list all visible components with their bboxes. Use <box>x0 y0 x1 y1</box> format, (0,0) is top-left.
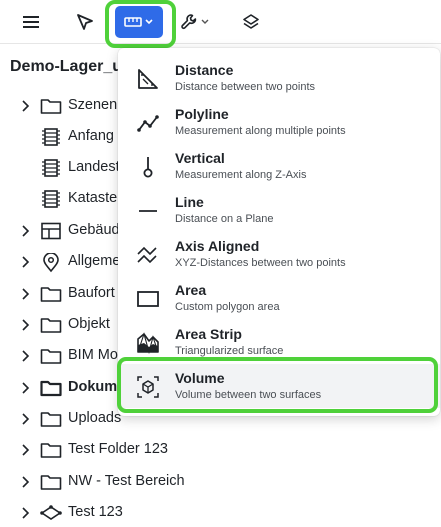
chevron-right-icon[interactable] <box>18 443 32 457</box>
chevron-right-icon[interactable] <box>18 412 32 426</box>
volume-icon <box>137 376 159 398</box>
tree-item-label: Uploads <box>68 410 122 426</box>
measure-dropdown-menu: Distance Distance between two points Pol… <box>118 48 440 416</box>
chevron-right-icon[interactable] <box>18 99 32 113</box>
folder-icon <box>40 475 62 490</box>
menu-item-distance[interactable]: Distance Distance between two points <box>118 56 440 100</box>
menu-item-title: Area <box>175 282 207 298</box>
chevron-right-icon[interactable] <box>18 255 32 269</box>
menu-item-title: Polyline <box>175 106 229 122</box>
cursor-arrow-icon <box>77 14 93 30</box>
film-icon <box>42 159 60 177</box>
menu-item-title: Volume <box>175 370 225 386</box>
tools-button[interactable] <box>176 6 214 38</box>
tree-item-label: Dokum <box>68 379 118 395</box>
chevron-right-icon[interactable] <box>18 381 32 395</box>
folder-icon <box>40 349 62 364</box>
layout-icon <box>41 222 61 240</box>
tree-item-label: Allgeme <box>68 253 121 269</box>
tree-item-label: Objekt <box>68 316 110 332</box>
measure-tool-button[interactable] <box>115 6 163 38</box>
polyline-icon <box>137 115 159 132</box>
chevron-down-icon <box>145 19 153 25</box>
chevron-right-icon[interactable] <box>18 475 32 489</box>
folder-icon <box>40 412 62 427</box>
menu-item-area-strip[interactable]: Area Strip Triangularized surface <box>118 320 440 364</box>
chevron-down-icon <box>201 19 209 24</box>
chevron-right-icon[interactable] <box>18 318 32 332</box>
tree-item-nw-test-bereich[interactable]: NW - Test Bereich <box>0 468 441 496</box>
menu-item-description: Measurement along multiple points <box>175 125 346 137</box>
menu-item-description: Measurement along Z-Axis <box>175 169 307 181</box>
toolbar <box>0 0 441 48</box>
tree-item-test-folder-123[interactable]: Test Folder 123 <box>0 436 441 464</box>
folder-icon <box>40 380 62 397</box>
tree-item-label: Baufort <box>68 285 115 301</box>
menu-item-description: Custom polygon area <box>175 301 280 313</box>
vertical-icon <box>143 157 153 178</box>
tree-item-label: Anfang <box>68 128 114 144</box>
distance-icon <box>138 69 158 89</box>
menu-item-title: Axis Aligned <box>175 238 260 254</box>
tree-item-label: Landest <box>68 159 120 175</box>
line-icon <box>139 210 157 212</box>
menu-item-title: Area Strip <box>175 326 242 342</box>
film-icon <box>42 128 60 146</box>
menu-item-vertical[interactable]: Vertical Measurement along Z-Axis <box>118 144 440 188</box>
film-icon <box>42 190 60 208</box>
layers-icon <box>243 14 259 29</box>
area-strip-icon <box>137 332 159 355</box>
tree-item-label: Test 123 <box>68 504 123 520</box>
area-icon <box>137 291 159 307</box>
menu-item-polyline[interactable]: Polyline Measurement along multiple poin… <box>118 100 440 144</box>
layers-button[interactable] <box>238 6 264 38</box>
menu-item-description: Distance between two points <box>175 81 316 93</box>
chevron-right-icon[interactable] <box>18 224 32 238</box>
folder-icon <box>40 99 62 114</box>
wrench-icon <box>181 14 197 30</box>
folder-icon <box>40 318 62 333</box>
menu-button[interactable] <box>16 6 46 38</box>
tree-item-label: NW - Test Bereich <box>68 473 185 489</box>
tree-item-label: BIM Mo <box>68 347 118 363</box>
menu-item-line[interactable]: Line Distance on a Plane <box>118 188 440 232</box>
menu-item-description: Volume between two surfaces <box>175 389 322 401</box>
axis-aligned-icon <box>137 246 157 264</box>
model-icon <box>40 505 62 520</box>
menu-item-axis-aligned[interactable]: Axis Aligned XYZ-Distances between two p… <box>118 232 440 276</box>
project-title: Demo-Lager_u <box>10 58 120 75</box>
tree-item-test-123[interactable]: Test 123 <box>0 499 441 527</box>
chevron-right-icon[interactable] <box>18 349 32 363</box>
tree-item-label: Szenen <box>68 97 118 113</box>
ruler-icon <box>124 17 142 27</box>
menu-item-description: XYZ-Distances between two points <box>175 257 346 269</box>
chevron-right-icon[interactable] <box>18 287 32 301</box>
menu-item-description: Triangularized surface <box>175 345 284 357</box>
map-pin-icon <box>43 253 59 273</box>
folder-icon <box>40 287 62 302</box>
menu-item-description: Distance on a Plane <box>175 213 274 225</box>
menu-item-volume[interactable]: Volume Volume between two surfaces <box>118 364 440 408</box>
menu-item-title: Vertical <box>175 150 225 166</box>
menu-item-area[interactable]: Area Custom polygon area <box>118 276 440 320</box>
tree-item-label: Test Folder 123 <box>68 441 168 457</box>
folder-icon <box>40 443 62 458</box>
menu-item-title: Line <box>175 194 204 210</box>
hamburger-menu-icon <box>23 16 39 28</box>
menu-item-title: Distance <box>175 62 234 78</box>
select-tool-button[interactable] <box>70 6 100 38</box>
tree-item-label: Kataste <box>68 190 118 206</box>
chevron-right-icon[interactable] <box>18 506 32 520</box>
